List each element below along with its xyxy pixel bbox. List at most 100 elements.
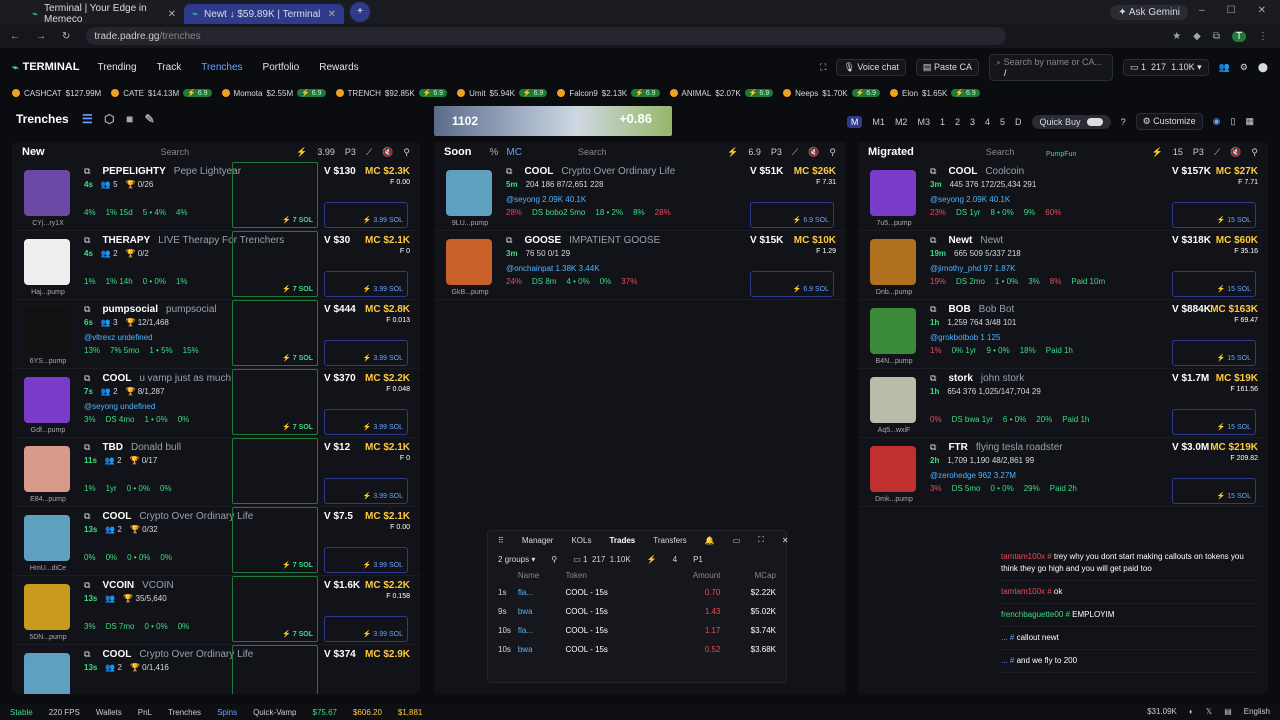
browser-tab-2[interactable]: ⌁ Newt ↓ $59.89K | Terminal ✕: [184, 4, 344, 24]
token-card[interactable]: 5DN...pump ⧉ VCOIN VCOIN 13s 👥 🏆 35/5,640 3% DS…: [12, 576, 420, 645]
token-card[interactable]: GkB...pump ⧉ GOOSE IMPATIENT GOOSE 3m 76 50 0…: [434, 231, 846, 300]
copy-icon[interactable]: ⧉: [84, 373, 90, 384]
square-icon[interactable]: ■: [126, 112, 133, 126]
copy-icon[interactable]: ⧉: [84, 304, 90, 315]
trader-name[interactable]: bwa: [518, 607, 566, 616]
promo-banner[interactable]: 1102 +0.86: [434, 106, 672, 136]
profile-icon[interactable]: ⬤: [1258, 62, 1268, 73]
token-image[interactable]: [870, 170, 916, 216]
minimize-icon[interactable]: –: [1199, 5, 1205, 16]
buy-button[interactable]: ⚡ 3.99 SOL: [324, 478, 408, 504]
reload-icon[interactable]: ↻: [62, 31, 70, 42]
trader-name[interactable]: fla...: [518, 626, 566, 635]
token-card[interactable]: 6YS...pump ⧉ pumpsocial pumpsocial 6s 👥 3 🏆 12…: [12, 300, 420, 369]
buy-button[interactable]: ⚡ 3.99 SOL: [324, 340, 408, 366]
list-view-icon[interactable]: ☰: [82, 112, 93, 126]
expand-icon[interactable]: ⛶: [758, 535, 764, 545]
mute-icon[interactable]: 🔇: [382, 147, 393, 158]
preset-tab-5[interactable]: 5: [1000, 117, 1005, 127]
twitter-handle[interactable]: @seyong: [84, 402, 118, 411]
help-icon[interactable]: ?: [1121, 117, 1126, 127]
twitter-handle[interactable]: @zerohedge: [930, 471, 976, 480]
twitter-handle[interactable]: @onchainpat: [506, 264, 553, 273]
tab-kols[interactable]: KOLs: [571, 536, 591, 545]
token-image[interactable]: [24, 584, 70, 630]
preset-tab-3[interactable]: 3: [970, 117, 975, 127]
pct-toggle[interactable]: %: [490, 147, 499, 158]
chat-username[interactable]: tamtam100x #: [1001, 552, 1054, 561]
nav-portfolio[interactable]: Portfolio: [263, 62, 300, 73]
close-icon[interactable]: ✕: [782, 536, 789, 545]
token-image[interactable]: [24, 377, 70, 423]
bookmark-star-icon[interactable]: ★: [1172, 31, 1181, 42]
grid-icon[interactable]: ▦: [1245, 116, 1254, 127]
token-card[interactable]: ⧉ COOL Crypto Over Ordinary Life 13s 👥 2 🏆 0/…: [12, 645, 420, 694]
docs-icon[interactable]: ▤: [1224, 707, 1232, 716]
quick-buy-toggle[interactable]: Quick Buy: [1031, 114, 1111, 129]
forward-icon[interactable]: →: [36, 31, 46, 42]
copy-icon[interactable]: ⧉: [506, 235, 512, 246]
status-spins[interactable]: Spins: [217, 708, 237, 717]
buy-button[interactable]: ⚡ 15 SOL: [1172, 478, 1256, 504]
token-card[interactable]: Aq5...wxiF ⧉ stork john stork 1h 654 376 1,02…: [858, 369, 1268, 438]
token-image[interactable]: [870, 239, 916, 285]
column-preset[interactable]: P3: [345, 147, 356, 157]
x-icon[interactable]: 𝕏: [1206, 707, 1212, 716]
buy-button[interactable]: ⚡ 15 SOL: [1172, 409, 1256, 435]
ticker-item[interactable]: ANIMAL $2.07K ⚡ 6.9: [669, 89, 774, 98]
token-address[interactable]: Haj...pump: [20, 289, 76, 296]
preset-tab-m1[interactable]: M1: [872, 117, 885, 127]
token-address[interactable]: HmU...diCe: [20, 565, 76, 572]
copy-icon[interactable]: ⧉: [930, 442, 936, 453]
users-icon[interactable]: 👥: [1219, 62, 1230, 73]
wallet-selector[interactable]: ▭ 1 217 1.10K ▾: [1122, 58, 1209, 76]
ticker-item[interactable]: Momota $2.55M ⚡ 6.9: [221, 89, 326, 98]
url-field[interactable]: trade.padre.gg/trenches: [86, 27, 1007, 45]
column-search-input[interactable]: Search: [986, 147, 1015, 157]
tab-close-icon[interactable]: ✕: [168, 9, 176, 20]
copy-icon[interactable]: ⧉: [930, 373, 936, 384]
column-preset[interactable]: P3: [771, 147, 782, 157]
scan-icon[interactable]: ⛶: [820, 62, 826, 73]
ticker-item[interactable]: TRENCH $92.85K ⚡ 6.9: [335, 89, 448, 98]
copy-icon[interactable]: ⧉: [506, 166, 512, 177]
discord-icon[interactable]: ◐: [1189, 707, 1194, 716]
ticker-item[interactable]: CASHCAT $127.99M: [12, 89, 101, 98]
ticker-item[interactable]: Umit $5.94K ⚡ 6.9: [457, 89, 548, 98]
cube-icon[interactable]: ⬡: [104, 112, 114, 126]
copy-icon[interactable]: ⧉: [84, 580, 90, 591]
buy-button[interactable]: ⚡ 3.99 SOL: [324, 202, 408, 228]
token-card[interactable]: E84...pump ⧉ TBD Donald bull 11s 👥 2 🏆 0/17 1% 1…: [12, 438, 420, 507]
token-card[interactable]: Gdf...pump ⧉ COOL u vamp just as much 7s 👥 2 🏆…: [12, 369, 420, 438]
twitter-handle[interactable]: @seyong: [930, 195, 964, 204]
pen-icon[interactable]: ✎: [145, 112, 155, 126]
token-image[interactable]: [870, 308, 916, 354]
token-card[interactable]: 7u5...pump ⧉ COOL Coolcoin 3m 445 376 172/25,…: [858, 162, 1268, 231]
bookmark-icon[interactable]: ▯: [1231, 116, 1236, 127]
chat-username[interactable]: tamtam100x #: [1001, 587, 1054, 596]
twitter-handle[interactable]: @grokbotbob: [930, 333, 978, 342]
quick-buy-switch[interactable]: [1086, 117, 1103, 126]
trades-preset[interactable]: P1: [693, 555, 703, 564]
quick-buy-area[interactable]: ⚡ 7 SOL: [232, 576, 318, 642]
buy-button[interactable]: ⚡ 3.99 SOL: [324, 616, 408, 642]
new-tab-button[interactable]: +: [350, 2, 370, 22]
trader-name[interactable]: bwa: [518, 645, 566, 654]
brand-logo[interactable]: ⌁ TERMINAL: [12, 61, 79, 74]
token-card[interactable]: B4N...pump ⧉ BOB Bob Bot 1h 1,259 764 3/48 10…: [858, 300, 1268, 369]
status-wallets[interactable]: Wallets: [96, 708, 122, 717]
buy-button[interactable]: ⚡ 15 SOL: [1172, 271, 1256, 297]
eye-icon[interactable]: ◉: [1213, 116, 1221, 127]
preset-tab-4[interactable]: 4: [985, 117, 990, 127]
token-card[interactable]: CYj...ry1X ⧉ PEPELIGHTY Pepe Lightyear 4s 👥 5…: [12, 162, 420, 231]
table-row[interactable]: 10s bwa COOL - 15s 0.52 $3.68K: [488, 640, 786, 659]
token-image[interactable]: [870, 446, 916, 492]
token-image[interactable]: [24, 170, 70, 216]
token-address[interactable]: E84...pump: [20, 496, 76, 503]
browser-tab-1[interactable]: ⌁ Terminal | Your Edge in Memeco ✕: [24, 3, 184, 25]
token-card[interactable]: HmU...diCe ⧉ COOL Crypto Over Ordinary Life…: [12, 507, 420, 576]
trade-token[interactable]: COOL - 15s: [566, 626, 665, 635]
popout-icon[interactable]: ▭: [733, 536, 741, 545]
copy-icon[interactable]: ⧉: [84, 649, 90, 660]
nav-trending[interactable]: Trending: [97, 62, 136, 73]
